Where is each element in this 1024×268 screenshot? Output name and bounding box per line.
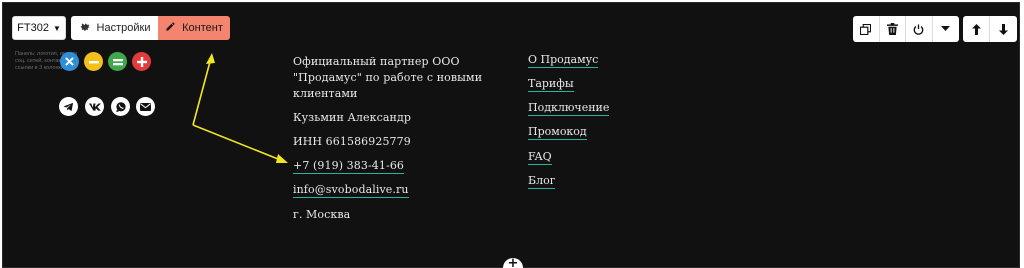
block-type-dropdown[interactable]: FT302 ▼ [12, 16, 66, 40]
gear-icon [80, 21, 91, 35]
telegram-icon[interactable] [59, 97, 78, 116]
mail-icon[interactable] [136, 97, 155, 116]
equal-icon [112, 58, 123, 65]
inn-text: ИНН 661586925779 [293, 135, 411, 148]
settings-button[interactable]: Настройки [71, 16, 159, 40]
arrow-down-icon [999, 23, 1008, 35]
arrow-up-icon [971, 23, 981, 35]
equal-circle-button[interactable] [108, 52, 127, 71]
nav-link-promocode[interactable]: Промокод [528, 125, 587, 140]
close-icon [65, 57, 74, 66]
move-up-button[interactable] [963, 16, 990, 42]
settings-label: Настройки [96, 22, 151, 34]
duplicate-button[interactable] [853, 16, 880, 42]
block-type-label: FT302 [17, 22, 49, 34]
nav-link-connection[interactable]: Подключение [528, 101, 610, 116]
plus-icon: + [507, 256, 519, 268]
remove-circle-button[interactable] [60, 52, 79, 71]
power-icon [913, 23, 924, 35]
city-text: г. Москва [293, 208, 351, 221]
caret-down-icon: ▼ [52, 23, 61, 33]
partner-text: Официальный партнер ООО "Продамус" по ра… [293, 55, 483, 100]
trash-icon [886, 23, 898, 35]
email-link[interactable]: info@svobodalive.ru [293, 183, 409, 198]
content-label: Контент [182, 22, 223, 34]
nav-link-tariffs[interactable]: Тарифы [528, 77, 574, 92]
phone-link[interactable]: +7 (919) 383-41-66 [293, 159, 405, 174]
delete-button[interactable] [880, 16, 906, 42]
toggle-visibility-button[interactable] [906, 16, 933, 42]
nav-link-about[interactable]: О Продамус [528, 53, 599, 68]
plus-icon [136, 56, 147, 67]
nav-link-blog[interactable]: Блог [528, 174, 556, 189]
vk-icon[interactable] [85, 97, 104, 116]
duplicate-icon [860, 23, 872, 35]
minimize-circle-button[interactable] [84, 52, 103, 71]
pencil-icon [165, 21, 176, 35]
whatsapp-icon[interactable] [111, 97, 130, 116]
move-down-button[interactable] [990, 16, 1017, 42]
nav-link-faq[interactable]: FAQ [528, 150, 552, 165]
caret-down-icon [941, 26, 951, 31]
more-options-button[interactable] [933, 16, 960, 42]
add-circle-button[interactable] [132, 52, 151, 71]
contact-name: Кузьмин Александр [293, 111, 411, 124]
content-button[interactable]: Контент [158, 16, 230, 40]
move-group [963, 16, 1017, 42]
block-actions-group [853, 16, 959, 42]
minus-icon [88, 60, 99, 63]
